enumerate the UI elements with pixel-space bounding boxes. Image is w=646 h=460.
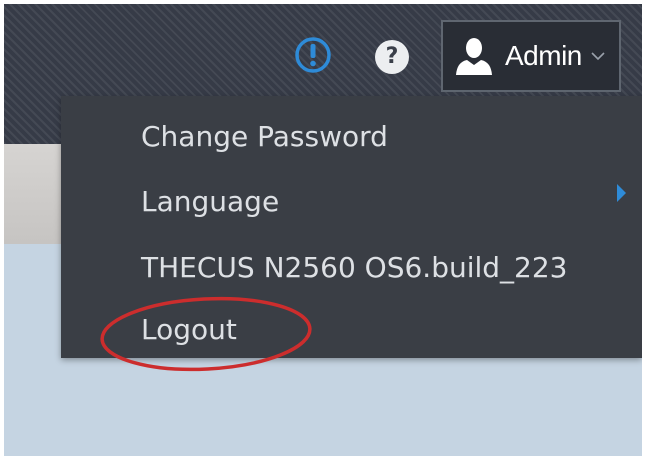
menu-item-label: Logout xyxy=(141,312,237,346)
user-menu-label: Admin xyxy=(505,40,582,71)
menu-item-firmware-version: THECUS N2560 OS6.build_223 xyxy=(141,240,568,294)
menu-item-label: Language xyxy=(141,184,280,218)
user-dropdown-menu: Change Password Language THECUS N2560 OS… xyxy=(61,96,642,358)
chevron-down-icon xyxy=(591,52,605,61)
menu-item-label: Change Password xyxy=(141,119,388,153)
question-circle-icon[interactable]: ? xyxy=(375,40,409,74)
alert-circle-icon[interactable] xyxy=(294,36,332,74)
menu-item-logout[interactable]: Logout xyxy=(141,302,237,356)
menu-item-label: THECUS N2560 OS6.build_223 xyxy=(141,250,568,284)
user-silhouette-icon xyxy=(456,38,492,75)
app-window: ? Admin Change Password Language THECUS … xyxy=(4,4,642,456)
user-menu-button[interactable]: Admin xyxy=(441,20,621,92)
menu-item-change-password[interactable]: Change Password xyxy=(141,109,388,163)
menu-item-language[interactable]: Language xyxy=(141,174,279,228)
chevron-right-icon xyxy=(617,184,626,202)
